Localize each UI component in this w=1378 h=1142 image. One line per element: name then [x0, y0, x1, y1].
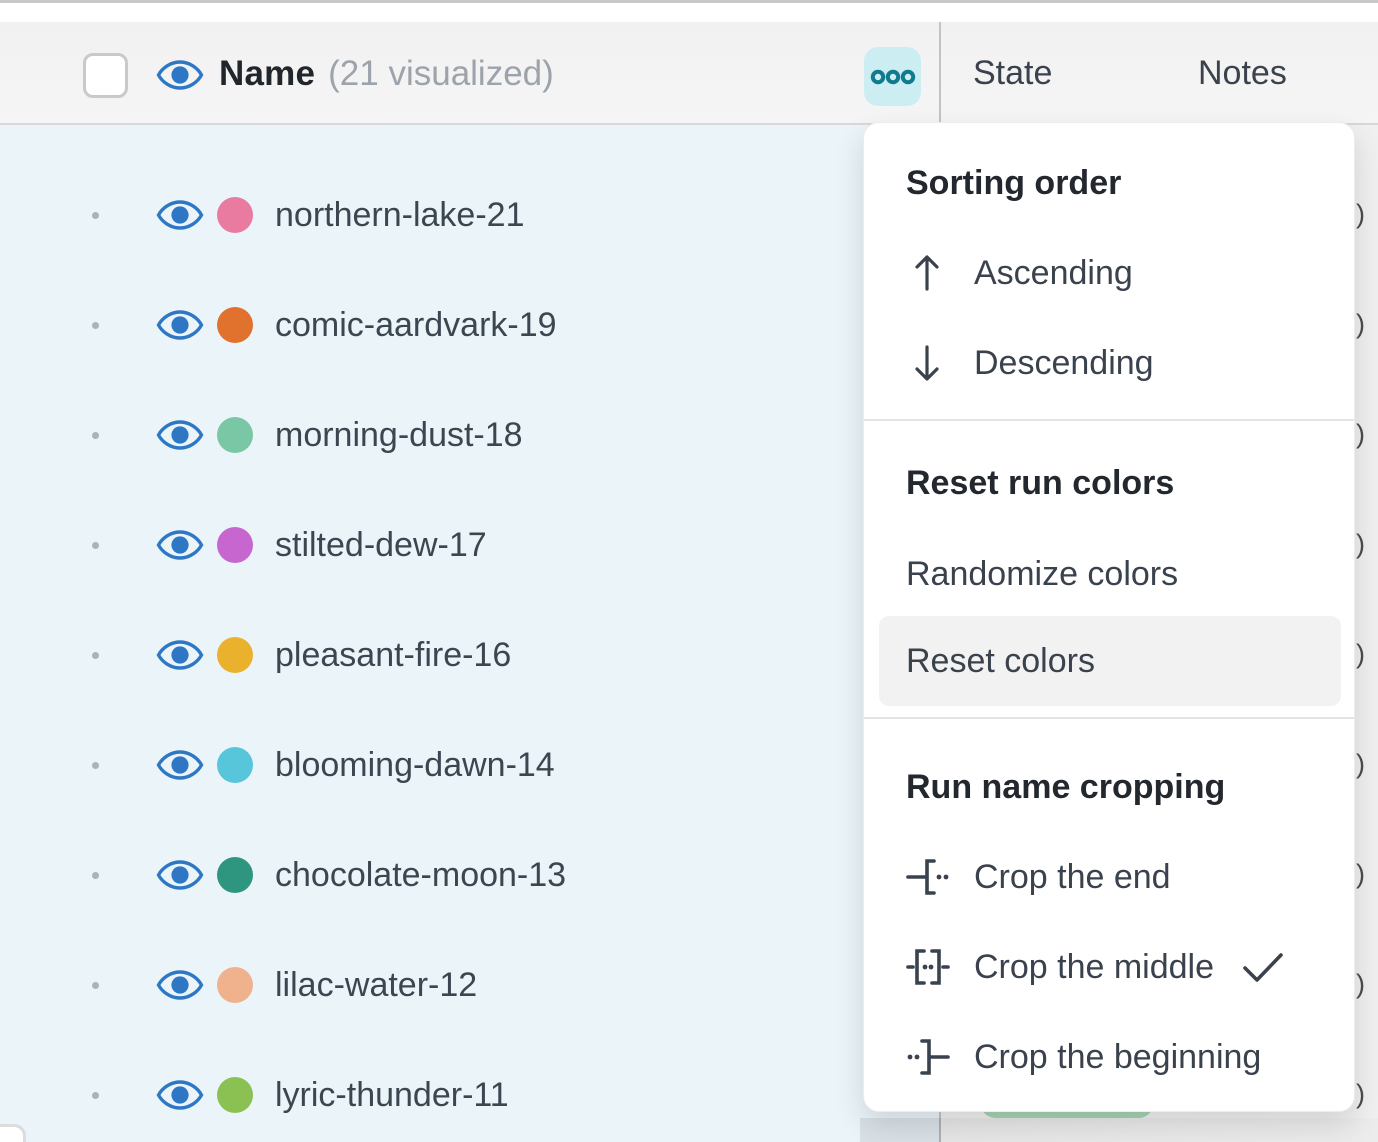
menu-divider	[864, 419, 1354, 421]
visibility-eye-icon[interactable]	[156, 55, 204, 100]
run-name[interactable]: morning-dust-18	[275, 416, 523, 455]
run-color-dot[interactable]	[217, 857, 253, 893]
visibility-eye-icon[interactable]	[156, 965, 204, 1005]
menu-section-header: Reset run colors	[906, 459, 1174, 507]
run-name[interactable]: lilac-water-12	[275, 966, 477, 1005]
clipped-cell-text: )	[1356, 199, 1365, 230]
three-dots-icon	[870, 68, 916, 86]
run-row: stilted-dew-17	[0, 490, 860, 600]
menu-item-label: Reset colors	[906, 642, 1095, 681]
visibility-eye-icon[interactable]	[156, 1075, 204, 1115]
clipped-cell-text: )	[1356, 859, 1365, 890]
arrow-up-icon	[906, 253, 974, 293]
visibility-eye-icon[interactable]	[156, 305, 204, 345]
crop-beginning-icon	[906, 1035, 974, 1079]
drag-handle-icon[interactable]	[92, 982, 99, 989]
run-color-dot[interactable]	[217, 527, 253, 563]
visibility-eye-icon[interactable]	[156, 195, 204, 235]
visibility-eye-icon[interactable]	[156, 415, 204, 455]
menu-item-crop-the-end[interactable]: Crop the end	[906, 832, 1334, 922]
bottom-strip-left	[860, 1118, 940, 1142]
run-color-dot[interactable]	[217, 197, 253, 233]
scrollbar-corner[interactable]	[0, 1124, 26, 1142]
drag-handle-icon[interactable]	[92, 652, 99, 659]
clipped-cell-text: )	[1356, 639, 1365, 670]
menu-section-header: Sorting order	[906, 159, 1121, 207]
visibility-eye-icon[interactable]	[156, 525, 204, 565]
menu-item-label: Randomize colors	[906, 555, 1178, 594]
drag-handle-icon[interactable]	[92, 872, 99, 879]
run-color-dot[interactable]	[217, 637, 253, 673]
run-color-dot[interactable]	[217, 1077, 253, 1113]
drag-handle-icon[interactable]	[92, 322, 99, 329]
drag-handle-icon[interactable]	[92, 212, 99, 219]
runs-sidebar-screen: Name (21 visualized) State Notes norther…	[0, 0, 1378, 1142]
run-row: blooming-dawn-14	[0, 710, 860, 820]
menu-item-crop-the-beginning[interactable]: Crop the beginning	[906, 1012, 1334, 1102]
arrow-down-icon	[906, 343, 974, 383]
clipped-cell-text: )	[1356, 969, 1365, 1000]
run-name[interactable]: northern-lake-21	[275, 196, 524, 235]
menu-item-crop-the-middle[interactable]: Crop the middle	[906, 922, 1334, 1012]
run-color-dot[interactable]	[217, 967, 253, 1003]
menu-section-header: Run name cropping	[906, 763, 1225, 811]
clipped-cell-text: )	[1356, 529, 1365, 560]
run-row: chocolate-moon-13	[0, 820, 860, 930]
run-name[interactable]: pleasant-fire-16	[275, 636, 511, 675]
run-row: lilac-water-12	[0, 930, 860, 1040]
state-column-header[interactable]: State	[973, 22, 1052, 125]
name-column-label: Name	[219, 54, 315, 94]
run-row: pleasant-fire-16	[0, 600, 860, 710]
drag-handle-icon[interactable]	[92, 762, 99, 769]
run-color-dot[interactable]	[217, 307, 253, 343]
drag-handle-icon[interactable]	[92, 542, 99, 549]
crop-end-icon	[906, 855, 974, 899]
run-color-dot[interactable]	[217, 417, 253, 453]
run-row: morning-dust-18	[0, 380, 860, 490]
clipped-cell-text: )	[1356, 749, 1365, 780]
run-name[interactable]: lyric-thunder-11	[275, 1076, 509, 1115]
select-all-checkbox[interactable]	[83, 53, 128, 98]
name-column-menu-button[interactable]	[864, 47, 921, 106]
menu-item-ascending[interactable]: Ascending	[906, 228, 1334, 318]
top-border	[0, 0, 1378, 3]
clipped-cell-text: )	[1356, 419, 1365, 450]
menu-item-reset-colors[interactable]: Reset colors	[879, 616, 1341, 706]
drag-handle-icon[interactable]	[92, 432, 99, 439]
run-row: northern-lake-21	[0, 160, 860, 270]
crop-middle-icon	[906, 945, 974, 989]
menu-item-label: Crop the beginning	[974, 1038, 1261, 1077]
clipped-cell-text: )	[1356, 309, 1365, 340]
run-row: lyric-thunder-11	[0, 1040, 860, 1142]
menu-item-descending[interactable]: Descending	[906, 318, 1334, 408]
visibility-eye-icon[interactable]	[156, 855, 204, 895]
notes-column-header[interactable]: Notes	[1198, 22, 1287, 125]
menu-item-label: Ascending	[974, 254, 1133, 293]
run-name[interactable]: stilted-dew-17	[275, 526, 487, 565]
visibility-eye-icon[interactable]	[156, 635, 204, 675]
run-row: comic-aardvark-19	[0, 270, 860, 380]
menu-item-label: Descending	[974, 344, 1154, 383]
clipped-cell-text: )	[1356, 1079, 1365, 1110]
menu-item-label: Crop the end	[974, 858, 1171, 897]
drag-handle-icon[interactable]	[92, 1092, 99, 1099]
run-color-dot[interactable]	[217, 747, 253, 783]
menu-item-label: Crop the middle	[974, 948, 1214, 987]
name-column-header[interactable]: Name (21 visualized)	[219, 22, 554, 125]
run-name[interactable]: chocolate-moon-13	[275, 856, 566, 895]
bottom-strip-right	[941, 1118, 1378, 1142]
menu-item-randomize-colors[interactable]: Randomize colors	[906, 529, 1334, 619]
run-name[interactable]: blooming-dawn-14	[275, 746, 555, 785]
checkmark-icon	[1242, 950, 1284, 984]
column-divider-bottom	[939, 1118, 941, 1142]
visibility-eye-icon[interactable]	[156, 745, 204, 785]
visualized-count: (21 visualized)	[328, 54, 554, 94]
table-header-row: Name (21 visualized) State Notes	[0, 22, 1378, 125]
menu-divider	[864, 717, 1354, 719]
run-name[interactable]: comic-aardvark-19	[275, 306, 557, 345]
column-options-menu: Sorting order Ascending Descending Reset…	[863, 122, 1355, 1112]
